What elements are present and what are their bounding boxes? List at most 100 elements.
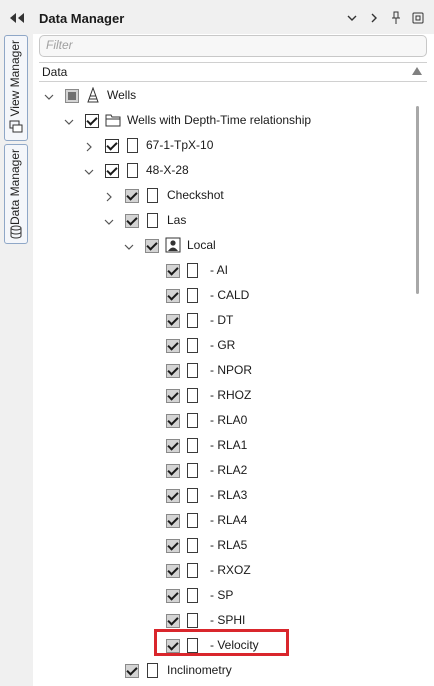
- chevron-right-icon[interactable]: [84, 142, 94, 152]
- document-icon: [187, 513, 198, 528]
- collapse-panel-icon[interactable]: [7, 10, 27, 26]
- tree-row-inclinometry[interactable]: Inclinometry: [122, 663, 422, 685]
- checkbox[interactable]: [166, 539, 180, 553]
- document-icon: [187, 288, 198, 303]
- checkbox[interactable]: [85, 114, 99, 128]
- checkbox[interactable]: [105, 139, 119, 153]
- tree-row-curve-npor[interactable]: - NPOR: [164, 363, 414, 385]
- chevron-down-icon[interactable]: [124, 242, 134, 252]
- tab-view-manager[interactable]: View Manager: [4, 35, 28, 141]
- tree-row-curve-rxoz[interactable]: - RXOZ: [164, 563, 414, 585]
- chevron-down-icon[interactable]: [84, 167, 94, 177]
- filter-box: [39, 35, 427, 57]
- checkbox[interactable]: [166, 439, 180, 453]
- document-icon: [187, 263, 198, 278]
- well-derrick-icon: [87, 87, 99, 103]
- tree-row-label: 67-1-TpX-10: [146, 138, 214, 152]
- tree-row-curve-rhoz[interactable]: - RHOZ: [164, 388, 414, 410]
- tree-row-curve-rla1[interactable]: - RLA1: [164, 438, 414, 460]
- chevron-down-icon[interactable]: [345, 11, 359, 25]
- document-icon: [147, 663, 158, 678]
- chevron-down-icon[interactable]: [44, 92, 54, 102]
- document-icon: [127, 138, 138, 153]
- checkbox[interactable]: [166, 264, 180, 278]
- folder-icon: [105, 114, 121, 127]
- panel-title-bar: Data Manager: [33, 0, 434, 34]
- checkbox[interactable]: [125, 664, 139, 678]
- tree-row-local[interactable]: Local: [121, 237, 421, 260]
- tree-row-label: - AI: [210, 263, 229, 277]
- tree-row-label: Wells: [107, 88, 137, 102]
- tree-row-label: - RLA2: [210, 463, 248, 477]
- tree-row-label: - SPHI: [210, 613, 246, 627]
- database-icon: [10, 225, 22, 239]
- tree-row-label: - RHOZ: [210, 388, 252, 402]
- column-header-data[interactable]: Data: [39, 62, 427, 82]
- checkbox[interactable]: [166, 314, 180, 328]
- checkbox[interactable]: [166, 564, 180, 578]
- tree-row-checkshot[interactable]: Checkshot: [101, 188, 421, 210]
- document-icon: [187, 463, 198, 478]
- user-icon: [165, 237, 181, 253]
- tree-row-label: Wells with Depth-Time relationship: [127, 113, 312, 127]
- filter-input[interactable]: [40, 36, 406, 54]
- checkbox[interactable]: [166, 339, 180, 353]
- tab-data-manager[interactable]: Data Manager: [4, 144, 28, 244]
- tree-row-well-48-x-28[interactable]: 48-X-28: [81, 163, 421, 185]
- tree-row-label: - DT: [210, 313, 234, 327]
- tree-row-label: - RLA5: [210, 538, 248, 552]
- tree-row-curve-rla3[interactable]: - RLA3: [164, 488, 414, 510]
- tree-row-curve-dt[interactable]: - DT: [164, 313, 414, 335]
- document-icon: [147, 213, 158, 228]
- tree-row-label: - GR: [210, 338, 236, 352]
- view-manager-icon: [9, 120, 23, 133]
- tree-row-label: - RXOZ: [210, 563, 251, 577]
- document-icon: [147, 188, 158, 203]
- tree-row-label: - CALD: [210, 288, 250, 302]
- checkbox[interactable]: [166, 614, 180, 628]
- tree-row-curve-rla5[interactable]: - RLA5: [164, 538, 414, 560]
- checkbox[interactable]: [166, 589, 180, 603]
- tree-row-label: Inclinometry: [167, 663, 232, 677]
- float-window-icon[interactable]: [411, 11, 425, 25]
- tree-row-label: - SP: [210, 588, 234, 602]
- chevron-down-icon[interactable]: [104, 217, 114, 227]
- tree-row-curve-ai[interactable]: - AI: [164, 263, 414, 285]
- checkbox[interactable]: [105, 164, 119, 178]
- document-icon: [127, 163, 138, 178]
- pin-icon[interactable]: [389, 11, 403, 25]
- tree-row-wells-depth-time[interactable]: Wells with Depth-Time relationship: [60, 113, 420, 135]
- document-icon: [187, 613, 198, 628]
- checkbox[interactable]: [166, 464, 180, 478]
- tree-row-curve-sp[interactable]: - SP: [164, 588, 414, 610]
- tree-row-curve-rla2[interactable]: - RLA2: [164, 463, 414, 485]
- tab-data-manager-label: Data Manager: [8, 149, 22, 226]
- chevron-right-icon[interactable]: [367, 11, 381, 25]
- document-icon: [187, 363, 198, 378]
- chevron-right-icon[interactable]: [104, 192, 114, 202]
- tree-row-label: Local: [187, 238, 216, 252]
- tree-row-curve-rla0[interactable]: - RLA0: [164, 413, 414, 435]
- checkbox[interactable]: [166, 364, 180, 378]
- document-icon: [187, 388, 198, 403]
- checkbox[interactable]: [166, 414, 180, 428]
- document-icon: [187, 313, 198, 328]
- tree-row-curve-gr[interactable]: - GR: [164, 338, 414, 360]
- tab-view-manager-label: View Manager: [8, 40, 22, 117]
- checkbox[interactable]: [125, 214, 139, 228]
- checkbox[interactable]: [166, 514, 180, 528]
- tree-row-well-67-1-tpx-10[interactable]: 67-1-TpX-10: [81, 138, 421, 160]
- sort-arrow-icon[interactable]: [412, 67, 422, 75]
- tree-row-label: 48-X-28: [146, 163, 189, 177]
- checkbox[interactable]: [166, 489, 180, 503]
- checkbox[interactable]: [65, 89, 79, 103]
- checkbox[interactable]: [145, 239, 159, 253]
- checkbox[interactable]: [166, 289, 180, 303]
- tree-row-wells[interactable]: Wells: [40, 87, 420, 110]
- tree-row-curve-cald[interactable]: - CALD: [164, 288, 414, 310]
- tree-row-curve-rla4[interactable]: - RLA4: [164, 513, 414, 535]
- tree-row-las[interactable]: Las: [101, 213, 421, 235]
- chevron-down-icon[interactable]: [64, 117, 74, 127]
- checkbox[interactable]: [125, 189, 139, 203]
- checkbox[interactable]: [166, 389, 180, 403]
